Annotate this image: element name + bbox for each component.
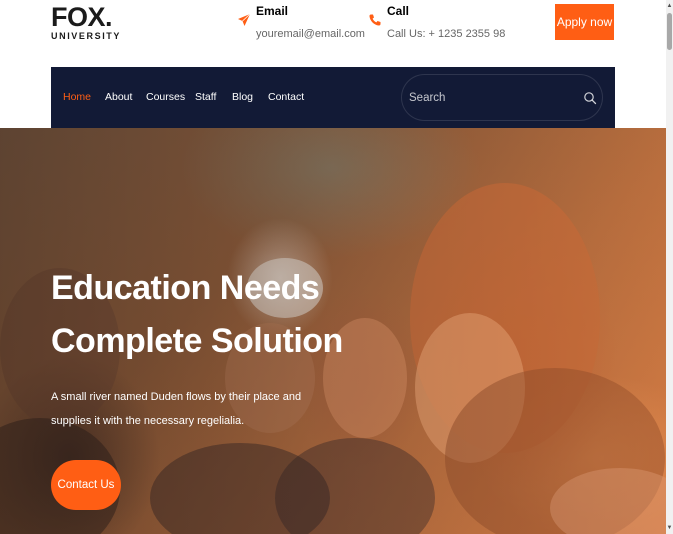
- email-value[interactable]: youremail@email.com: [256, 28, 365, 40]
- hero-section: Education Needs Complete Solution A smal…: [0, 128, 666, 534]
- search-input[interactable]: [409, 89, 569, 107]
- nav-item-contact[interactable]: Contact: [268, 91, 304, 103]
- hero-title: Education Needs Complete Solution: [51, 262, 351, 368]
- call-title: Call: [387, 4, 410, 18]
- hero-title-line-2: Complete Solution: [51, 322, 343, 360]
- logo[interactable]: FOX. UNIVERSITY: [51, 4, 121, 41]
- main-navbar: Home About Courses Staff Blog Contact: [51, 67, 615, 128]
- call-value[interactable]: Call Us: + 1235 2355 98: [387, 28, 505, 40]
- search-box: [401, 74, 603, 121]
- apply-now-button[interactable]: Apply now: [555, 4, 614, 40]
- scroll-up-arrow-icon[interactable]: ▲: [666, 2, 673, 10]
- email-title: Email: [256, 4, 289, 18]
- phone-icon: [369, 14, 381, 26]
- nav-item-courses[interactable]: Courses: [146, 91, 185, 103]
- paper-plane-icon: [238, 13, 251, 26]
- nav-item-staff[interactable]: Staff: [195, 91, 216, 103]
- page-scrollbar[interactable]: ▲ ▼: [666, 0, 673, 534]
- hero-title-line-1: Education Needs: [51, 269, 320, 307]
- logo-sub-text: UNIVERSITY: [51, 31, 122, 41]
- scroll-thumb[interactable]: [667, 13, 672, 50]
- search-icon[interactable]: [583, 91, 597, 105]
- nav-item-home[interactable]: Home: [63, 91, 91, 103]
- nav-item-about[interactable]: About: [105, 91, 132, 103]
- contact-us-button[interactable]: Contact Us: [51, 460, 121, 510]
- nav-item-blog[interactable]: Blog: [232, 91, 253, 103]
- hero-description: A small river named Duden flows by their…: [51, 391, 302, 427]
- logo-main-text: FOX.: [51, 2, 113, 32]
- scroll-down-arrow-icon[interactable]: ▼: [666, 524, 673, 532]
